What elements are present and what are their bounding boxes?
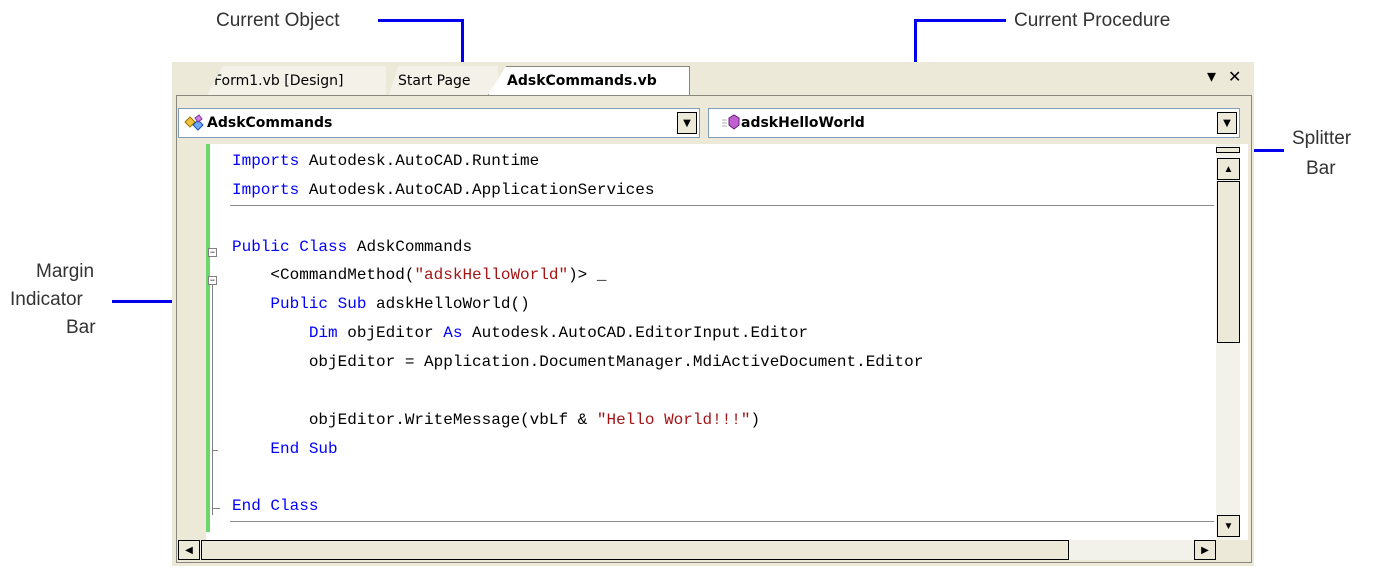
current-object-dropdown[interactable]: AdskCommands ▼	[178, 108, 700, 138]
collapse-class-icon[interactable]: −	[208, 248, 217, 257]
tab-list-dropdown-icon[interactable]: ▾	[1207, 66, 1216, 87]
code-text: Autodesk.AutoCAD.EditorInput.Editor	[462, 324, 809, 342]
tab-label: Start Page	[398, 72, 471, 89]
callout-splitter: Splitter	[1292, 128, 1352, 149]
code-line-3: Public Class AdskCommands	[232, 238, 472, 256]
keyword: Dim	[308, 324, 338, 342]
code-line-9: End Sub	[232, 440, 338, 458]
keyword: Public	[270, 295, 329, 313]
keyword: Sub	[337, 295, 367, 313]
keyword: End Class	[232, 497, 319, 515]
scroll-up-button[interactable]: ▲	[1217, 158, 1240, 180]
code-text: adskHelloWorld()	[366, 295, 530, 313]
string-literal: "adskHelloWorld"	[414, 266, 569, 284]
close-icon[interactable]: ✕	[1228, 67, 1241, 87]
code-text: <CommandMethod(	[232, 266, 415, 284]
callout-current-procedure: Current Procedure	[1014, 10, 1171, 31]
callout-margin-2: Indicator	[10, 289, 83, 310]
string-literal: "Hello World!!!"	[596, 411, 751, 429]
code-line-2: Imports Autodesk.AutoCAD.ApplicationServ…	[232, 181, 654, 199]
callout-margin: Margin	[36, 261, 95, 282]
scroll-left-button[interactable]: ◀	[178, 540, 200, 560]
sub-separator	[286, 464, 1214, 465]
tab-adskcommands[interactable]: AdskCommands.vb	[488, 66, 690, 95]
horizontal-scroll-thumb[interactable]	[201, 540, 1069, 560]
callout-margin-3: Bar	[66, 317, 96, 338]
code-text: )> _	[568, 266, 607, 284]
callout-splitter-2: Bar	[1306, 158, 1336, 179]
imports-separator	[230, 205, 1214, 206]
class-icon	[183, 114, 207, 132]
tab-form1-design[interactable]: Form1.vb [Design]	[207, 66, 386, 95]
selection-margin[interactable]	[178, 144, 206, 540]
code-line-10: End Class	[232, 497, 318, 515]
code-text: objEditor.WriteMessage(vbLf &	[232, 411, 597, 429]
scroll-right-button[interactable]: ▶	[1194, 540, 1216, 560]
keyword: Class	[299, 238, 348, 256]
code-line-5: Public Sub adskHelloWorld()	[232, 295, 530, 313]
collapse-method-icon[interactable]: −	[208, 276, 217, 285]
code-line-4: <CommandMethod("adskHelloWorld")> _	[232, 266, 606, 284]
chevron-down-icon[interactable]: ▼	[677, 112, 697, 134]
callout-line-current-procedure-h	[914, 19, 1006, 22]
keyword: End Sub	[270, 440, 338, 458]
current-procedure-dropdown[interactable]: adskHelloWorld ▼	[708, 108, 1240, 138]
keyword: Public	[232, 238, 290, 256]
splitter-bar[interactable]	[1216, 147, 1240, 153]
tab-label: Form1.vb [Design]	[214, 72, 344, 89]
code-editor[interactable]	[178, 144, 1248, 540]
code-line-8: objEditor.WriteMessage(vbLf & "Hello Wor…	[232, 411, 760, 429]
code-line-1: Imports Autodesk.AutoCAD.Runtime	[232, 152, 539, 170]
callout-line-current-object-h	[378, 19, 464, 22]
current-object-value: AdskCommands	[207, 115, 333, 131]
scroll-down-button[interactable]: ▼	[1217, 515, 1240, 537]
code-text: Autodesk.AutoCAD.ApplicationServices	[299, 181, 655, 199]
chevron-down-icon[interactable]: ▼	[1217, 112, 1237, 134]
callout-current-object: Current Object	[216, 10, 340, 31]
class-end-separator	[230, 521, 1214, 522]
margin-indicator-bar	[206, 144, 210, 532]
outline-tick	[212, 450, 218, 451]
keyword: Imports	[232, 152, 300, 170]
keyword: Imports	[232, 181, 300, 199]
tab-label: AdskCommands.vb	[507, 73, 657, 89]
outline-end-tick	[212, 508, 220, 509]
code-line-6: Dim objEditor As Autodesk.AutoCAD.Editor…	[232, 324, 808, 342]
outline-line	[212, 285, 213, 515]
method-icon	[721, 114, 741, 132]
code-text: AdskCommands	[347, 238, 473, 256]
keyword: As	[443, 324, 463, 342]
tab-start-page[interactable]: Start Page	[388, 66, 498, 95]
code-text: objEditor	[337, 324, 444, 342]
code-text: Autodesk.AutoCAD.Runtime	[299, 152, 540, 170]
code-text: )	[750, 411, 761, 429]
current-procedure-value: adskHelloWorld	[741, 115, 865, 131]
code-line-7: objEditor = Application.DocumentManager.…	[232, 353, 924, 371]
vertical-scroll-thumb[interactable]	[1217, 181, 1240, 343]
